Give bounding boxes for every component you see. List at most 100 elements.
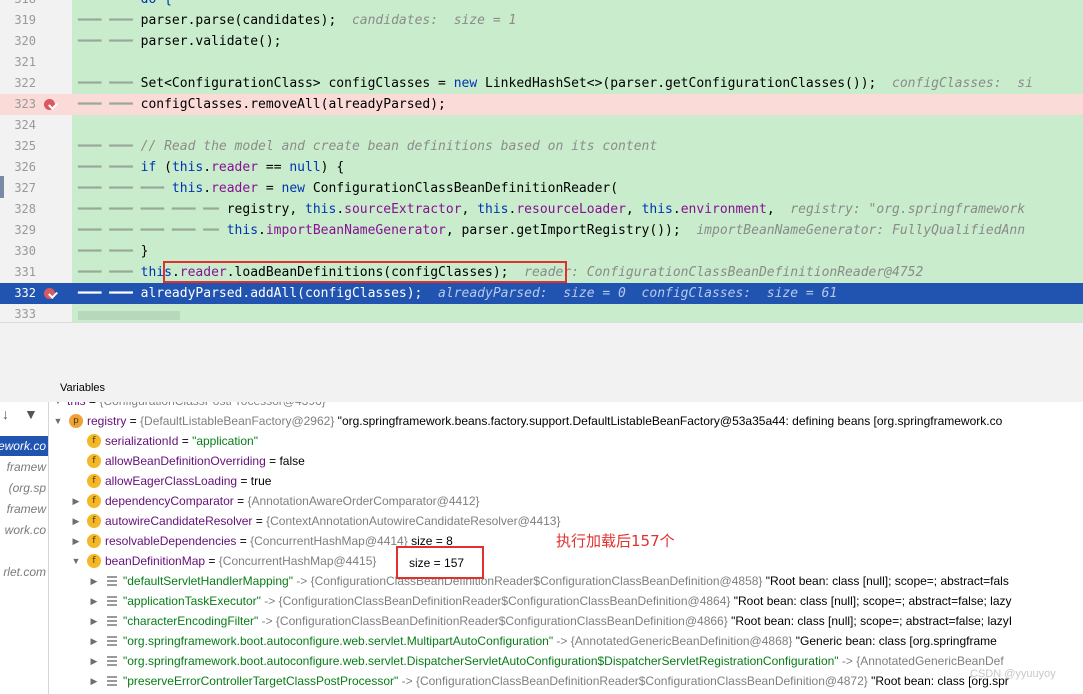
expand-arrow-icon[interactable]: ▶: [71, 491, 81, 511]
variable-type: -> {ConfigurationClassBeanDefinitionRead…: [292, 574, 763, 588]
line-number[interactable]: 326: [0, 157, 36, 178]
code-line[interactable]: 328 ━━━ ━━━ ━━━ ━━━ ━━ registry, this.sou…: [0, 199, 1083, 220]
line-number[interactable]: 319: [0, 10, 36, 31]
map-entry-icon: [107, 656, 117, 666]
code-line[interactable]: 319 ━━━ ━━━ parser.parse(candidates); can…: [0, 10, 1083, 31]
variable-row[interactable]: ▶ "org.springframework.boot.autoconfigure…: [49, 651, 1083, 671]
collapse-arrow-icon[interactable]: ▼: [53, 402, 63, 411]
frame-label: ework.co: [0, 439, 46, 453]
variable-name: "defaultServletHandlerMapping": [123, 574, 293, 588]
variable-type: {ConfigurationClassPostProcessor@4396}: [99, 402, 325, 408]
frame-item[interactable]: framew: [0, 499, 48, 519]
code-line[interactable]: 323 ━━━ ━━━ configClasses.removeAll(alrea…: [0, 94, 1083, 115]
variable-text: "defaultServletHandlerMapping" -> {Confi…: [123, 571, 1009, 591]
code-line[interactable]: 327 ━━━ ━━━ ━━━ this.reader = new Configu…: [0, 178, 1083, 199]
variable-name: registry: [87, 414, 127, 428]
inline-debug-value: reader: ConfigurationClassBeanDefinition…: [508, 265, 924, 280]
frame-item[interactable]: (org.sp: [0, 478, 48, 498]
code-line[interactable]: 318 do {: [0, 0, 1083, 10]
variable-text: "preserveErrorControllerTargetClassPostP…: [123, 671, 1009, 691]
indent-guide: ━━━ ━━━: [78, 286, 141, 301]
code-token: this: [226, 223, 259, 238]
line-number[interactable]: 318: [0, 0, 36, 10]
variable-text: beanDefinitionMap = {ConcurrentHashMap@4…: [105, 551, 376, 571]
collapse-arrow-icon[interactable]: ▼: [71, 551, 81, 571]
frame-item[interactable]: rlet.com: [0, 562, 48, 582]
breakpoint-icon[interactable]: [44, 288, 55, 299]
variable-value: "Root bean: class [null]; scope=; abstra…: [730, 594, 1012, 608]
code-token: .: [203, 181, 212, 196]
frame-item[interactable]: framew: [0, 457, 48, 477]
variable-name: beanDefinitionMap: [105, 554, 206, 568]
line-number[interactable]: 324: [0, 115, 36, 136]
frame-item[interactable]: ework.co: [0, 436, 48, 456]
line-number[interactable]: 333: [0, 304, 36, 322]
line-number[interactable]: 330: [0, 241, 36, 262]
line-number[interactable]: 321: [0, 52, 36, 73]
variable-row[interactable]: ▶ f dependencyComparator = {AnnotationAwar…: [49, 491, 1083, 511]
expand-arrow-icon[interactable]: ▶: [71, 531, 81, 551]
code-line[interactable]: 320 ━━━ ━━━ parser.validate();: [0, 31, 1083, 52]
frames-list[interactable]: ↓ ▼ ework.co framew (org.sp framew work.co rl…: [0, 402, 49, 694]
code-token: reader: [211, 181, 259, 196]
code-editor[interactable]: 318 do {319━━━ ━━━ parser.parse(candidat…: [0, 0, 1083, 322]
variable-row[interactable]: f allowBeanDefinitionOverriding = false: [49, 451, 1083, 471]
code-token: // Read the model and create bean defini…: [140, 139, 658, 154]
step-down-icon[interactable]: ↓: [2, 406, 9, 422]
variable-row[interactable]: ▼ this = {ConfigurationClassPostProcessor…: [49, 402, 1083, 411]
variable-row[interactable]: ▶ "characterEncodingFilter" -> {Configura…: [49, 611, 1083, 631]
code-token: null: [289, 160, 321, 175]
variable-row[interactable]: ▶ "defaultServletHandlerMapping" -> {Conf…: [49, 571, 1083, 591]
expand-arrow-icon[interactable]: ▶: [89, 631, 99, 651]
line-number[interactable]: 325: [0, 136, 36, 157]
line-number[interactable]: 331: [0, 262, 36, 283]
indent-guide: ━━━ ━━━: [78, 244, 141, 259]
line-number[interactable]: 329: [0, 220, 36, 241]
expand-arrow-icon[interactable]: ▶: [71, 511, 81, 531]
breakpoint-icon[interactable]: [44, 99, 55, 110]
code-line[interactable]: 326 ━━━ ━━━ if (this.reader == null) {: [0, 157, 1083, 178]
code-token: ,: [461, 202, 478, 217]
variable-row[interactable]: ▼ p registry = {DefaultListableBeanFactory…: [49, 411, 1083, 431]
indent-guide: ━━━ ━━━: [78, 13, 141, 28]
code-line[interactable]: 322 ━━━ ━━━ Set<ConfigurationClass> confi…: [0, 73, 1083, 94]
line-number[interactable]: 332: [0, 283, 36, 304]
code-line[interactable]: 324: [0, 115, 1083, 136]
horizontal-scrollbar[interactable]: [78, 311, 180, 320]
expand-arrow-icon[interactable]: ▶: [89, 591, 99, 611]
variable-row[interactable]: f serializationId = "application": [49, 431, 1083, 451]
line-number[interactable]: 322: [0, 73, 36, 94]
expand-arrow-icon[interactable]: ▶: [89, 571, 99, 591]
variable-text: dependencyComparator = {AnnotationAwareO…: [105, 491, 480, 511]
frame-item[interactable]: work.co: [0, 520, 48, 540]
code-text: ━━━ ━━━ ━━━ ━━━ ━━ registry, this.source…: [78, 199, 1025, 220]
code-token: ,: [625, 202, 642, 217]
code-token: resourceLoader: [516, 202, 626, 217]
code-line[interactable]: 325 ━━━ ━━━ // Read the model and create …: [0, 136, 1083, 157]
code-token: }: [140, 244, 149, 259]
variable-text: "applicationTaskExecutor" -> {Configurat…: [123, 591, 1012, 611]
line-number[interactable]: 328: [0, 199, 36, 220]
code-line[interactable]: 332 ━━━ ━━━ alreadyParsed.addAll(configCl…: [0, 283, 1083, 304]
indent-guide: ━━━ ━━━ ━━━: [78, 181, 172, 196]
code-line[interactable]: 330 ━━━ ━━━ }: [0, 241, 1083, 262]
expand-arrow-icon[interactable]: ▶: [89, 611, 99, 631]
code-line[interactable]: 321: [0, 52, 1083, 73]
line-number[interactable]: 320: [0, 31, 36, 52]
variable-row[interactable]: ▼ f beanDefinitionMap = {ConcurrentHashMap…: [49, 551, 1083, 571]
frame-item[interactable]: [0, 541, 48, 561]
variable-row[interactable]: f allowEagerClassLoading = true: [49, 471, 1083, 491]
line-number[interactable]: 323: [0, 94, 36, 115]
variable-row[interactable]: ▶ f autowireCandidateResolver = {ContextAn…: [49, 511, 1083, 531]
variable-name: allowEagerClassLoading: [105, 474, 238, 488]
line-number[interactable]: 327: [0, 178, 36, 199]
collapse-arrow-icon[interactable]: ▼: [53, 411, 63, 431]
variable-row[interactable]: ▶ "org.springframework.boot.autoconfigure…: [49, 631, 1083, 651]
filter-icon[interactable]: ▼: [24, 406, 38, 422]
expand-arrow-icon[interactable]: ▶: [89, 651, 99, 671]
expand-arrow-icon[interactable]: ▶: [89, 671, 99, 691]
bean-definition-map-size: size = 157: [409, 556, 465, 570]
variable-row[interactable]: ▶ "preserveErrorControllerTargetClassPost…: [49, 671, 1083, 691]
variable-row[interactable]: ▶ "applicationTaskExecutor" -> {Configura…: [49, 591, 1083, 611]
code-line[interactable]: 329 ━━━ ━━━ ━━━ ━━━ ━━ this.importBeanNam…: [0, 220, 1083, 241]
